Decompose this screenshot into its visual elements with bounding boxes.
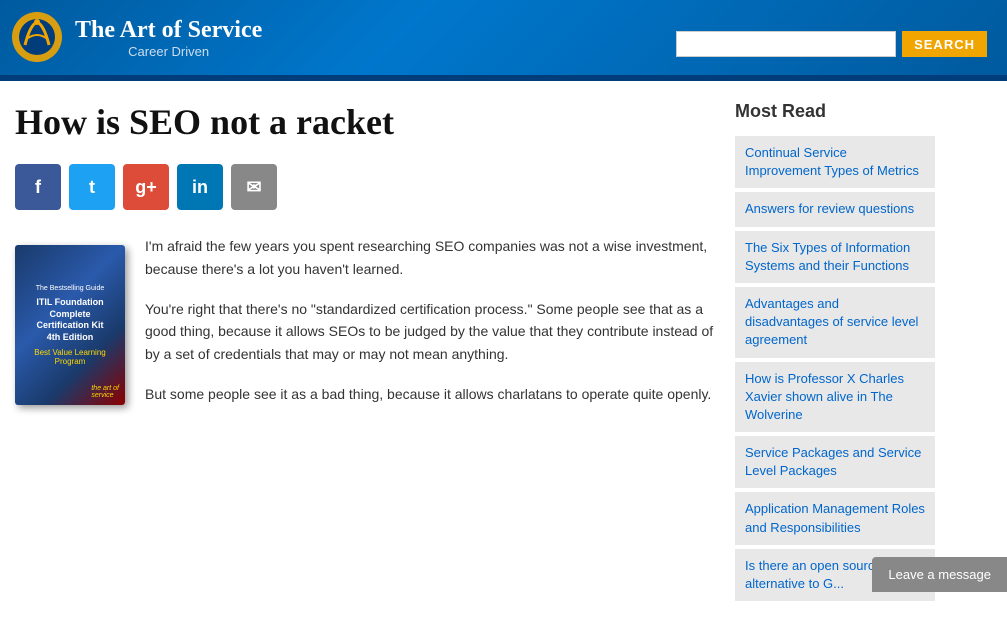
site-header: The Art of Service Career Driven SEARCH	[0, 0, 1007, 75]
book-cover: The Bestselling Guide ITIL FoundationCom…	[15, 245, 125, 405]
article-title: How is SEO not a racket	[15, 101, 715, 144]
article-text: I'm afraid the few years you spent resea…	[145, 235, 715, 423]
sidebar-item-1[interactable]: Continual Service Improvement Types of M…	[735, 136, 935, 188]
article-paragraph-2: You're right that there's no "standardiz…	[145, 298, 715, 365]
sidebar-item-3[interactable]: The Six Types of Information Systems and…	[735, 231, 935, 283]
sidebar: Most Read Continual Service Improvement …	[735, 101, 935, 605]
book-label-sub: Best Value Learning Program	[23, 348, 117, 366]
search-button[interactable]: SEARCH	[902, 31, 987, 57]
linkedin-share-button[interactable]: in	[177, 164, 223, 210]
sidebar-item-2[interactable]: Answers for review questions	[735, 192, 935, 226]
search-area: SEARCH	[676, 31, 987, 65]
facebook-share-button[interactable]: f	[15, 164, 61, 210]
googleplus-share-button[interactable]: g+	[123, 164, 169, 210]
book-logo-bottom: the art ofservice	[91, 385, 119, 399]
sidebar-item-5[interactable]: How is Professor X Charles Xavier shown …	[735, 362, 935, 433]
main-layout: How is SEO not a racket f t g+ in ✉ The …	[0, 81, 1007, 625]
article-paragraph-1: I'm afraid the few years you spent resea…	[145, 235, 715, 280]
logo-text-area: The Art of Service Career Driven	[75, 17, 262, 59]
article-paragraph-3: But some people see it as a bad thing, b…	[145, 383, 715, 405]
sidebar-link-2[interactable]: Answers for review questions	[745, 201, 914, 216]
site-title: The Art of Service	[75, 17, 262, 44]
social-icons-bar: f t g+ in ✉	[15, 164, 715, 210]
sidebar-item-7[interactable]: Application Management Roles and Respons…	[735, 492, 935, 544]
logo-area: The Art of Service Career Driven	[10, 10, 262, 65]
email-share-button[interactable]: ✉	[231, 164, 277, 210]
sidebar-link-6[interactable]: Service Packages and Service Level Packa…	[745, 445, 921, 478]
sidebar-link-5[interactable]: How is Professor X Charles Xavier shown …	[745, 371, 904, 422]
sidebar-link-7[interactable]: Application Management Roles and Respons…	[745, 501, 925, 534]
sidebar-item-6[interactable]: Service Packages and Service Level Packa…	[735, 436, 935, 488]
sidebar-title: Most Read	[735, 101, 935, 126]
book-label-main: ITIL FoundationComplete Certification Ki…	[23, 297, 117, 344]
article-body: The Bestselling Guide ITIL FoundationCom…	[15, 235, 715, 423]
sidebar-item-4[interactable]: Advantages and disadvantages of service …	[735, 287, 935, 358]
sidebar-link-8[interactable]: Is there an open source alternative to G…	[745, 558, 882, 591]
twitter-share-button[interactable]: t	[69, 164, 115, 210]
sidebar-link-1[interactable]: Continual Service Improvement Types of M…	[745, 145, 919, 178]
content-area: How is SEO not a racket f t g+ in ✉ The …	[15, 101, 735, 605]
search-input[interactable]	[676, 31, 896, 57]
sidebar-link-4[interactable]: Advantages and disadvantages of service …	[745, 296, 918, 347]
site-subtitle: Career Driven	[75, 44, 262, 59]
leave-message-button[interactable]: Leave a message	[872, 557, 1007, 592]
book-label-top: The Bestselling Guide	[36, 285, 104, 293]
book-image-area: The Bestselling Guide ITIL FoundationCom…	[15, 245, 125, 405]
sidebar-link-3[interactable]: The Six Types of Information Systems and…	[745, 240, 910, 273]
site-logo-icon	[10, 10, 65, 65]
